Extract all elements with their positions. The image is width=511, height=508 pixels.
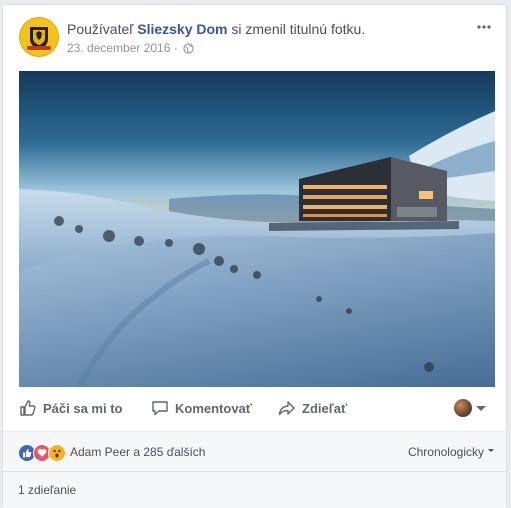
page-avatar[interactable] bbox=[19, 17, 59, 57]
more-options-icon[interactable] bbox=[474, 17, 494, 37]
title-action: si zmenil titulnú fotku. bbox=[231, 21, 366, 37]
like-button[interactable]: Páči sa mi to bbox=[19, 399, 122, 417]
share-count-link[interactable]: 1 zdieľanie bbox=[18, 483, 76, 497]
shares-bar: 1 zdieľanie bbox=[3, 471, 506, 508]
comment-sort-dropdown[interactable]: Chronologicky bbox=[408, 445, 494, 459]
page-name-link[interactable]: Sliezsky Dom bbox=[137, 21, 227, 37]
wow-icon bbox=[48, 444, 66, 462]
audience-selector[interactable] bbox=[454, 399, 486, 417]
like-label: Páči sa mi to bbox=[43, 400, 123, 416]
post-card: Používateľ Sliezsky Dom si zmenil tituln… bbox=[2, 4, 507, 508]
chevron-down-icon bbox=[488, 449, 494, 452]
post-title: Používateľ Sliezsky Dom si zmenil tituln… bbox=[67, 21, 365, 37]
reactions-summary[interactable]: Adam Peer a 285 ďalších bbox=[70, 445, 205, 459]
crest-icon bbox=[20, 18, 58, 56]
post-actions: Páči sa mi to Komentovať Zdieľať bbox=[19, 391, 494, 427]
globe-icon[interactable] bbox=[183, 43, 194, 57]
reaction-icons[interactable] bbox=[18, 444, 66, 462]
title-prefix: Používateľ bbox=[67, 21, 134, 37]
share-arrow-icon bbox=[278, 401, 295, 416]
chevron-down-icon bbox=[476, 405, 486, 411]
mountain-hotel-image bbox=[19, 71, 495, 387]
post-meta: 23. december 2016 · bbox=[67, 41, 194, 57]
meta-separator: · bbox=[173, 41, 178, 55]
comment-button[interactable]: Komentovať bbox=[151, 399, 252, 417]
thumbs-up-icon bbox=[20, 400, 36, 416]
sort-label: Chronologicky bbox=[407, 445, 484, 459]
post-header: Používateľ Sliezsky Dom si zmenil tituln… bbox=[19, 17, 494, 61]
reactions-bar: Adam Peer a 285 ďalších Chronologicky bbox=[3, 431, 506, 472]
post-date[interactable]: 23. december 2016 bbox=[67, 41, 170, 55]
comment-bubble-icon bbox=[152, 401, 168, 416]
cover-photo[interactable] bbox=[19, 71, 495, 387]
user-avatar bbox=[454, 399, 472, 417]
share-label: Zdieľať bbox=[302, 400, 348, 416]
share-button[interactable]: Zdieľať bbox=[278, 399, 347, 417]
comment-label: Komentovať bbox=[175, 400, 253, 416]
